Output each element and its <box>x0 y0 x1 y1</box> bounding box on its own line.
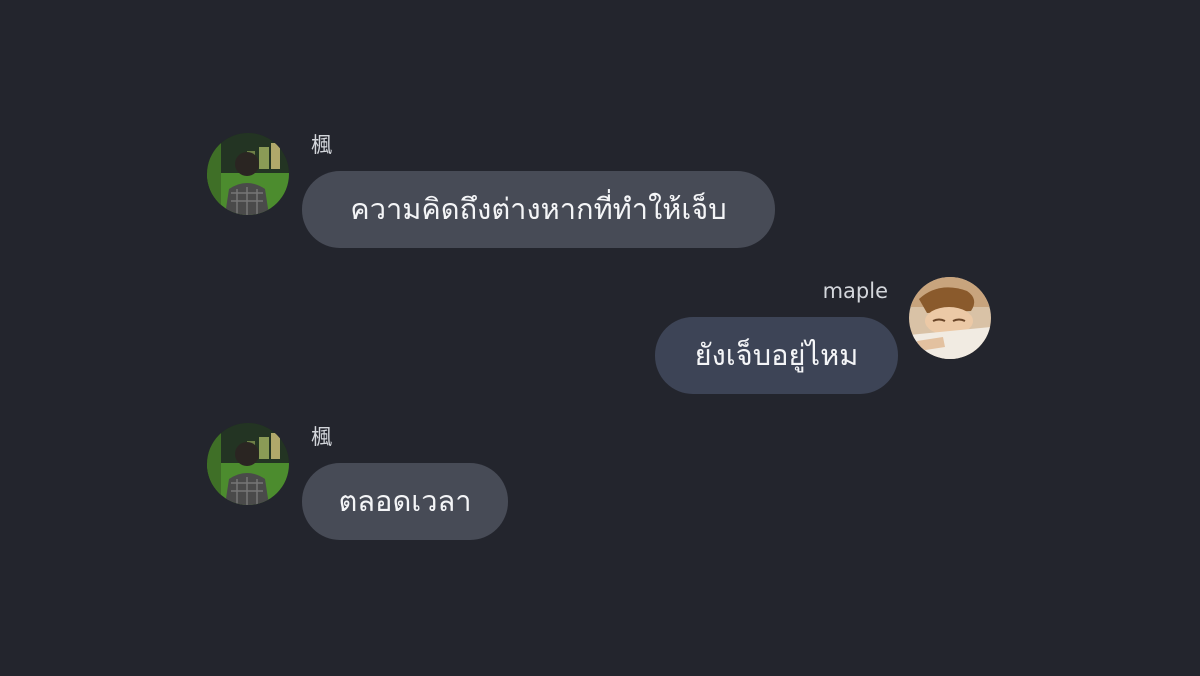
user-photo-avatar-icon <box>207 423 289 505</box>
sender-name: 楓 <box>311 425 332 449</box>
sender-name: maple <box>822 279 888 303</box>
message-bubble[interactable]: ความคิดถึงต่างหากที่ทำให้เจ็บ <box>302 171 775 248</box>
sender-name: 楓 <box>311 133 332 157</box>
message-bubble[interactable]: ยังเจ็บอยู่ไหม <box>655 317 898 394</box>
user-photo-avatar-icon <box>207 133 289 215</box>
chat-screen: { "messages": [ { "direction": "incoming… <box>0 0 1200 676</box>
message-bubble[interactable]: ตลอดเวลา <box>302 463 508 540</box>
sender-avatar[interactable] <box>207 423 289 505</box>
sender-avatar[interactable] <box>207 133 289 215</box>
user-photo-avatar-icon <box>909 277 991 359</box>
sender-avatar[interactable] <box>909 277 991 359</box>
